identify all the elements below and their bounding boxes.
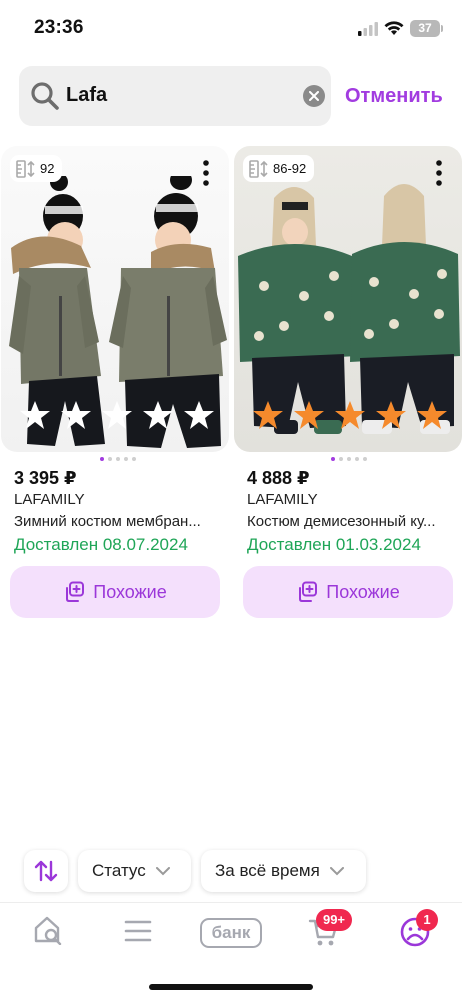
- star-3-icon: [335, 401, 365, 429]
- star-2-icon: [294, 401, 324, 429]
- home-indicator: [149, 984, 313, 990]
- size-ruler-icon: [16, 159, 35, 178]
- size-badge: 86-92: [243, 155, 315, 182]
- similar-button[interactable]: Похожие: [10, 566, 220, 618]
- size-value: 92: [40, 161, 55, 176]
- period-filter-dropdown[interactable]: За всё время: [201, 850, 366, 892]
- similar-label: Похожие: [326, 581, 400, 602]
- wifi-icon: [384, 21, 404, 35]
- cart-count-badge: 99+: [316, 909, 352, 931]
- bank-tab[interactable]: банк: [200, 918, 262, 948]
- product-photo[interactable]: 92: [1, 146, 229, 452]
- battery-indicator: 37: [410, 20, 440, 37]
- chevron-down-icon: [329, 866, 344, 875]
- period-filter-label: За всё время: [215, 861, 320, 880]
- similar-items-icon: [299, 581, 318, 602]
- search-icon: [31, 82, 59, 110]
- cancel-button[interactable]: Отменить: [345, 85, 443, 108]
- sort-arrows-icon: [34, 860, 58, 882]
- home-search-icon[interactable]: [33, 915, 63, 945]
- profile-notification-badge: 1: [416, 909, 438, 931]
- search-field[interactable]: Lafa: [19, 66, 331, 126]
- delivery-status: Доставлен 08.07.2024: [14, 535, 188, 554]
- orders-screen: 23:36 37 Lafa Отменить 92 3 395 ₽ LAFAMI…: [0, 0, 462, 1000]
- photo-pager: [331, 457, 367, 461]
- more-options-icon[interactable]: [203, 160, 209, 186]
- battery-cap: [441, 25, 443, 32]
- product-photo[interactable]: 86-92: [234, 146, 462, 452]
- product-card[interactable]: 86-92 4 888 ₽ LAFAMILY Костюм демисезонн…: [234, 146, 462, 618]
- similar-label: Похожие: [93, 581, 167, 602]
- status-time: 23:36: [34, 17, 84, 38]
- catalog-menu-icon[interactable]: [124, 919, 152, 943]
- status-bar: 23:36 37: [0, 0, 462, 56]
- search-input[interactable]: Lafa: [66, 84, 107, 107]
- star-2-icon: [61, 401, 91, 429]
- rating-stars[interactable]: [252, 400, 452, 432]
- rating-stars[interactable]: [19, 400, 219, 432]
- product-card[interactable]: 92 3 395 ₽ LAFAMILY Зимний костюм мембра…: [1, 146, 229, 618]
- chevron-down-icon: [155, 866, 170, 875]
- star-5-icon: [184, 401, 214, 429]
- product-brand: LAFAMILY: [14, 491, 85, 508]
- star-3-icon: [102, 401, 132, 429]
- similar-items-icon: [66, 581, 85, 602]
- more-options-icon[interactable]: [436, 160, 442, 186]
- star-4-icon: [143, 401, 173, 429]
- cellular-signal-icon: [358, 22, 378, 36]
- product-name: Зимний костюм мембран...: [14, 513, 201, 530]
- product-price: 3 395 ₽: [14, 468, 77, 488]
- star-4-icon: [376, 401, 406, 429]
- star-1-icon: [253, 401, 283, 429]
- sort-button[interactable]: [24, 850, 68, 892]
- similar-button[interactable]: Похожие: [243, 566, 453, 618]
- product-price: 4 888 ₽: [247, 468, 310, 488]
- star-1-icon: [20, 401, 50, 429]
- clear-search-icon[interactable]: [303, 85, 325, 107]
- size-value: 86-92: [273, 161, 307, 176]
- size-badge: 92: [10, 155, 63, 182]
- size-ruler-icon: [249, 159, 268, 178]
- product-name: Костюм демисезонный ку...: [247, 513, 436, 530]
- status-filter-dropdown[interactable]: Статус: [78, 850, 191, 892]
- photo-pager: [100, 457, 136, 461]
- product-brand: LAFAMILY: [247, 491, 318, 508]
- delivery-status: Доставлен 01.03.2024: [247, 535, 421, 554]
- star-5-icon: [417, 401, 447, 429]
- status-filter-label: Статус: [92, 861, 146, 880]
